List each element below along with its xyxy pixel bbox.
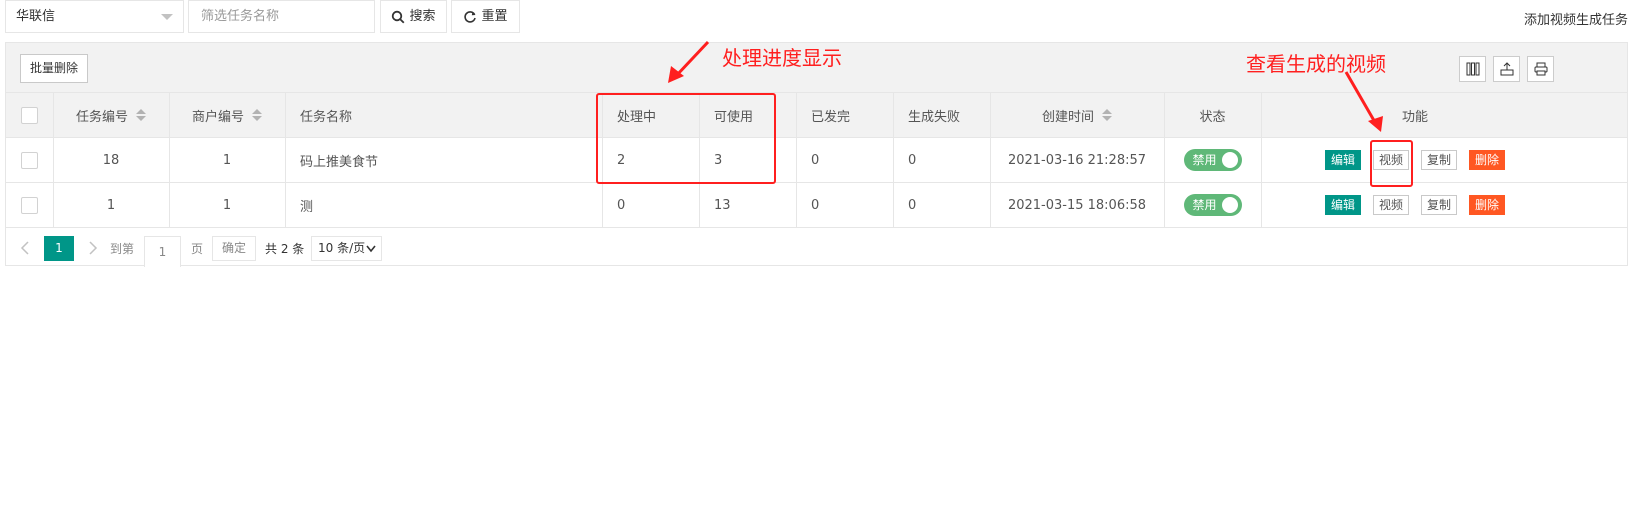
annotation-arrows — [668, 40, 1383, 132]
arrow-icon — [1344, 71, 1383, 132]
video-annotation: 查看生成的视频 — [1246, 52, 1386, 76]
progress-annotation: 处理进度显示 — [722, 46, 842, 70]
arrow-icon — [668, 40, 710, 83]
